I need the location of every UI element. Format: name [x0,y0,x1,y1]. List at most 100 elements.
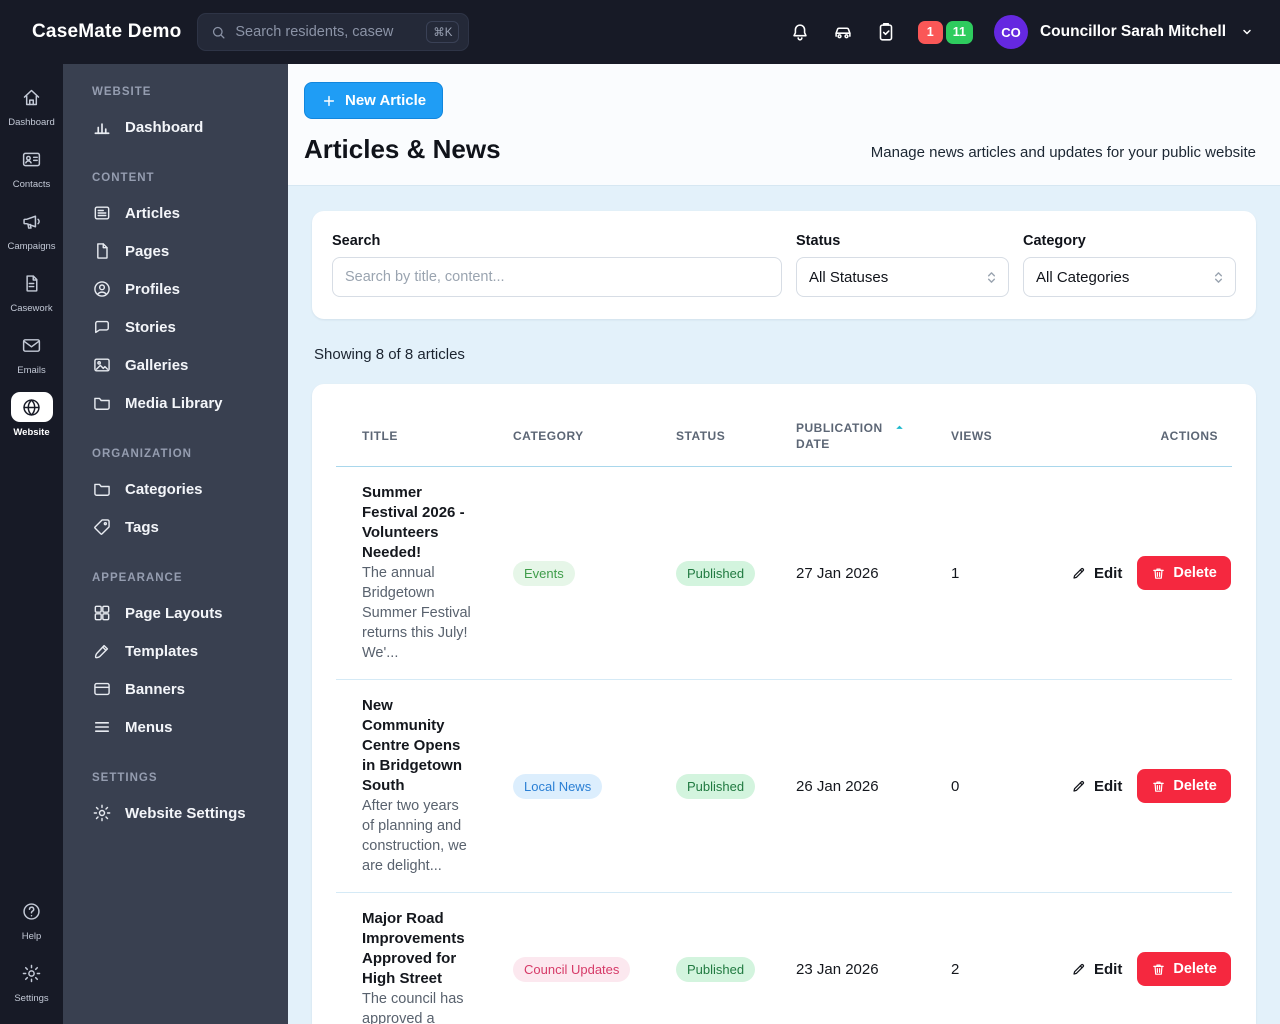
home-icon [21,87,42,108]
sort-ascending-icon [893,421,906,434]
page-subtitle: Manage news articles and updates for you… [870,144,1256,161]
article-title: Summer Festival 2026 - Volunteers Needed… [362,484,465,561]
sidebar-item-banners[interactable]: Banners [63,670,288,708]
help-icon [21,901,42,922]
news-icon [92,203,112,223]
edit-button[interactable]: Edit [1071,961,1122,978]
sidebar-item-categories[interactable]: Categories [63,470,288,508]
sidebar-item-articles[interactable]: Articles [63,194,288,232]
edit-button[interactable]: Edit [1071,565,1122,582]
rail-item-casework[interactable]: Casework [0,260,63,322]
global-search-input[interactable] [235,24,419,40]
user-menu[interactable]: CO Councillor Sarah Mitchell [993,15,1256,49]
publication-date: 23 Jan 2026 [796,960,879,978]
article-title-cell: New Community Centre Opens in Bridgetown… [336,696,513,876]
sidebar-item-profiles[interactable]: Profiles [63,270,288,308]
sidebar-item-dashboard[interactable]: Dashboard [63,108,288,146]
results-count: Showing 8 of 8 articles [314,346,465,363]
tag-icon [92,517,112,537]
views-count: 0 [951,777,960,795]
column-header-title[interactable]: TITLE [336,429,513,443]
views-count: 1 [951,564,960,582]
search-icon [210,24,227,41]
sidebar-item-website-settings[interactable]: Website Settings [63,794,288,832]
tasks-button[interactable] [875,21,897,43]
delete-button[interactable]: Delete [1137,556,1231,590]
topbar-right: 1 11 CO Councillor Sarah Mitchell [789,15,1256,49]
notifications-button[interactable] [789,21,811,43]
user-circle-icon [92,279,112,299]
column-header-status[interactable]: STATUS [676,429,796,443]
category-select[interactable]: All Categories [1023,257,1236,297]
sidebar-section-content: CONTENT Articles Pages Profiles Stories … [63,172,288,422]
row-actions: Edit Delete [1071,769,1245,803]
counter-badge-green[interactable]: 11 [945,20,973,44]
article-search-input[interactable] [332,257,782,297]
main-content: New Article Articles & News Manage news … [288,64,1280,1024]
rail-item-contacts[interactable]: Contacts [0,136,63,198]
brush-icon [92,641,112,661]
globe-icon [21,397,42,418]
rail-item-website[interactable]: Website [0,384,63,446]
clipboard-check-icon [875,21,897,43]
bar-chart-icon [92,117,112,137]
sidebar-item-media-library[interactable]: Media Library [63,384,288,422]
search-shortcut-hint: ⌘K [426,21,460,43]
rail-spacer [0,446,63,888]
gear-icon [92,803,112,823]
column-header-views[interactable]: VIEWS [951,429,1071,443]
trash-icon [1151,962,1166,977]
section-title: ORGANIZATION [92,448,192,460]
delete-button[interactable]: Delete [1137,952,1231,986]
article-excerpt: After two years of planning and construc… [362,798,467,874]
sidebar-item-tags[interactable]: Tags [63,508,288,546]
plus-icon [321,93,337,109]
avatar: CO [993,15,1028,49]
sidebar-item-page-layouts[interactable]: Page Layouts [63,594,288,632]
new-article-button[interactable]: New Article [304,82,444,119]
table-row: Summer Festival 2026 - Volunteers Needed… [336,467,1232,680]
category-badge: Events [513,560,575,586]
bell-icon [789,21,811,43]
trash-icon [1151,779,1166,794]
page-header: New Article Articles & News Manage news … [288,64,1280,186]
select-chevrons-icon [1210,269,1227,286]
section-title: WEBSITE [92,86,152,98]
notification-counters: 1 11 [917,20,973,44]
row-actions: Edit Delete [1071,952,1245,986]
status-select[interactable]: All Statuses [796,257,1009,297]
table-row: Major Road Improvements Approved for Hig… [336,893,1232,1024]
sidebar-item-galleries[interactable]: Galleries [63,346,288,384]
rail-item-emails[interactable]: Emails [0,322,63,384]
status-badge: Published [676,773,756,799]
sidebar-section-appearance: APPEARANCE Page Layouts Templates Banner… [63,572,288,746]
rail-item-campaigns[interactable]: Campaigns [0,198,63,260]
delete-button[interactable]: Delete [1137,769,1231,803]
category-badge: Local News [513,773,603,799]
filter-category-field: Category All Categories [1023,233,1236,297]
transport-button[interactable] [832,21,854,43]
folder-icon [92,393,112,413]
articles-table: TITLE CATEGORY STATUS PUBLICATION DATE V… [312,384,1256,1024]
sidebar-item-templates[interactable]: Templates [63,632,288,670]
casework-file-icon [21,273,42,294]
sidebar-item-stories[interactable]: Stories [63,308,288,346]
edit-button[interactable]: Edit [1071,778,1122,795]
app-root: CaseMate Demo ⌘K [0,0,1280,1024]
rail-item-dashboard[interactable]: Dashboard [0,74,63,136]
app-brand: CaseMate Demo [32,21,182,42]
rail-item-settings[interactable]: Settings [0,950,63,1012]
status-label: Status [796,233,841,249]
trash-icon [1151,566,1166,581]
filter-search-field: Search [332,233,782,297]
counter-badge-red[interactable]: 1 [917,20,943,44]
rail-item-help[interactable]: Help [0,888,63,950]
global-search[interactable]: ⌘K [197,13,470,51]
column-header-category[interactable]: CATEGORY [513,429,676,443]
sidebar-item-pages[interactable]: Pages [63,232,288,270]
section-title: APPEARANCE [92,572,183,584]
folder-icon [92,479,112,499]
sidebar-item-menus[interactable]: Menus [63,708,288,746]
column-header-publication-date[interactable]: PUBLICATION DATE [796,420,951,452]
table-header-row: TITLE CATEGORY STATUS PUBLICATION DATE V… [336,408,1232,467]
